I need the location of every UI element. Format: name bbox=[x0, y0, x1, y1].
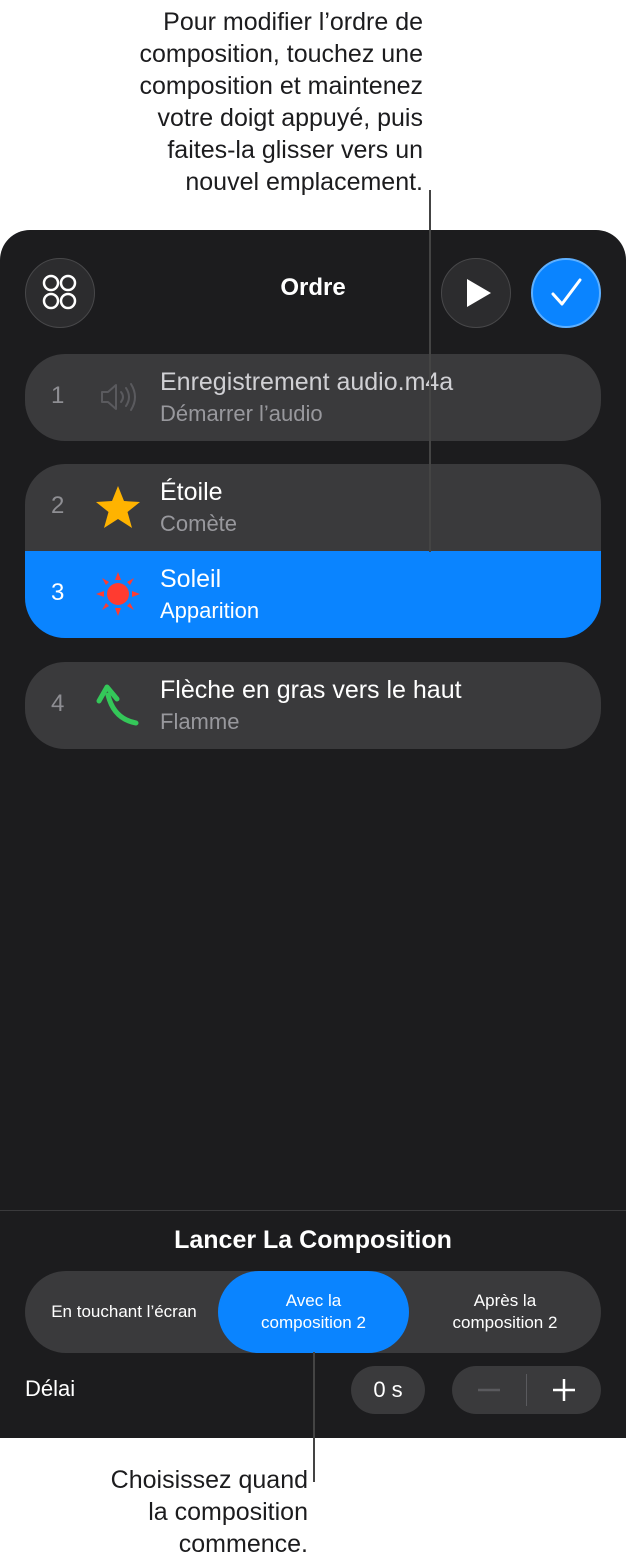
curved-arrow-icon bbox=[96, 684, 139, 726]
build-effect: Comète bbox=[160, 511, 238, 536]
callout-leader-line bbox=[429, 190, 431, 552]
callout-line: votre doigt appuyé, puis bbox=[157, 104, 423, 132]
delay-label: Délai bbox=[25, 1376, 76, 1401]
play-button[interactable] bbox=[441, 258, 511, 328]
option-label: composition 2 bbox=[452, 1313, 558, 1332]
build-number: 4 bbox=[51, 690, 65, 717]
build-order-panel: Ordre 1 Enregistrement audio.m4a Démarre… bbox=[0, 230, 626, 1438]
delay-stepper bbox=[452, 1366, 601, 1414]
option-label: Après la bbox=[473, 1291, 537, 1310]
callout-leader-line bbox=[313, 1352, 315, 1482]
build-effect: Flamme bbox=[160, 709, 240, 734]
callout-line: composition et maintenez bbox=[139, 72, 423, 100]
callout-line: faites-la glisser vers un bbox=[167, 136, 423, 164]
speaker-icon bbox=[101, 383, 136, 411]
build-effect: Apparition bbox=[160, 598, 260, 623]
build-number: 2 bbox=[51, 492, 65, 519]
option-with-build-2[interactable]: Avec la composition 2 bbox=[218, 1271, 409, 1353]
callout-line: la composition bbox=[148, 1498, 308, 1526]
build-row-selected[interactable]: 3 Soleil Apparition bbox=[25, 551, 601, 638]
callout-line: Choisissez quand bbox=[110, 1466, 308, 1494]
build-effect: Démarrer l’audio bbox=[160, 401, 323, 426]
build-number: 3 bbox=[51, 579, 65, 606]
start-instruction-callout: Choisissez quand la composition commence… bbox=[40, 1464, 308, 1560]
done-button[interactable] bbox=[531, 258, 601, 328]
checkmark-icon bbox=[551, 278, 582, 306]
increment-button[interactable] bbox=[527, 1366, 601, 1414]
minus-icon bbox=[478, 1388, 500, 1392]
build-row[interactable]: 2 Étoile Comète bbox=[25, 464, 601, 551]
option-after-build-2[interactable]: Après la composition 2 bbox=[409, 1271, 601, 1353]
build-row[interactable]: 4 Flèche en gras vers le haut Flamme bbox=[25, 662, 601, 749]
reorder-instruction-callout: Pour modifier l’ordre de composition, to… bbox=[3, 6, 423, 198]
option-label: composition 2 bbox=[261, 1313, 366, 1332]
build-title: Étoile bbox=[160, 478, 223, 506]
option-label: Avec la bbox=[285, 1291, 342, 1310]
callout-line: commence. bbox=[178, 1530, 308, 1558]
callout-line: nouvel emplacement. bbox=[185, 168, 423, 196]
play-icon bbox=[467, 279, 491, 307]
delay-value[interactable]: 0 s bbox=[351, 1366, 425, 1414]
build-title: Enregistrement audio.m4a bbox=[160, 368, 454, 396]
divider bbox=[0, 1210, 626, 1211]
star-icon bbox=[96, 486, 140, 528]
build-title: Flèche en gras vers le haut bbox=[160, 676, 462, 704]
plus-icon bbox=[553, 1379, 575, 1401]
callout-line: Pour modifier l’ordre de bbox=[163, 8, 423, 36]
callout-line: composition, touchez une bbox=[139, 40, 423, 68]
option-on-tap[interactable]: En touchant l’écran bbox=[25, 1271, 223, 1353]
start-build-title: Lancer La Composition bbox=[174, 1226, 452, 1254]
build-number: 1 bbox=[51, 382, 65, 409]
build-row[interactable]: 1 Enregistrement audio.m4a Démarrer l’au… bbox=[25, 354, 601, 441]
start-build-segmented-control: En touchant l’écran Avec la composition … bbox=[25, 1271, 601, 1353]
build-title: Soleil bbox=[160, 565, 222, 593]
decrement-button[interactable] bbox=[452, 1366, 526, 1414]
option-label: En touchant l’écran bbox=[51, 1302, 197, 1321]
sun-icon bbox=[96, 572, 140, 616]
